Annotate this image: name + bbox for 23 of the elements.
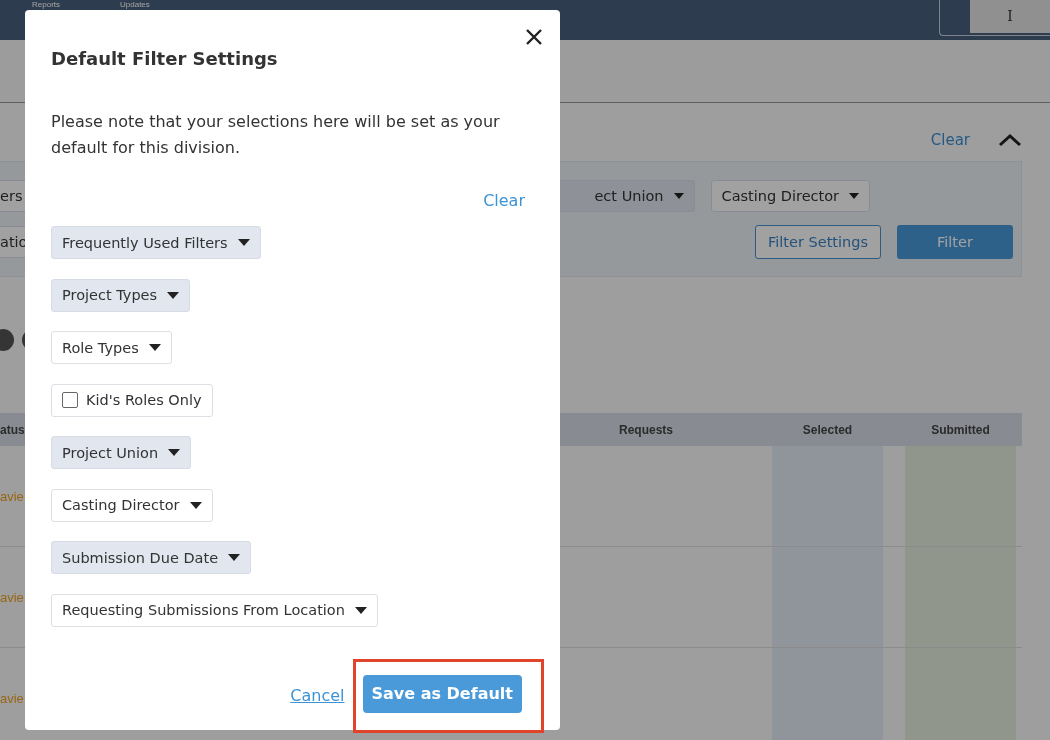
filter-dropdown[interactable]: Project Types (51, 278, 191, 312)
column-header: Requests (618, 422, 674, 437)
filter-dropdown[interactable]: Casting Director (710, 180, 871, 212)
filter-dropdown[interactable]: Frequently Used Filters (51, 226, 261, 259)
checkbox-label: Kid's Roles Only (86, 392, 202, 408)
dialog-title: Default Filter Settings (51, 48, 278, 69)
checkbox-filter[interactable]: Kid's Roles Only (51, 383, 213, 417)
column-header: atus (0, 422, 26, 437)
column-header: Submitted (930, 422, 991, 437)
filter-dropdown[interactable]: Casting Director (51, 488, 213, 522)
checkbox[interactable] (62, 392, 78, 408)
filter-settings-button[interactable]: Filter Settings (755, 225, 881, 259)
account-button[interactable]: I (970, 0, 1050, 33)
column-header: Selected (801, 422, 854, 437)
cancel-link[interactable]: Cancel (290, 686, 345, 705)
collapse-chevron-icon[interactable] (998, 133, 1022, 147)
filter-dropdown[interactable]: Role Types (51, 331, 172, 364)
filter-dropdown[interactable]: Submission Due Date (51, 541, 252, 574)
clear-link[interactable]: Clear (483, 191, 525, 210)
close-icon[interactable] (525, 28, 543, 46)
filter-dropdown[interactable]: Requesting Submissions From Location (51, 593, 378, 627)
filter-dropdown[interactable]: Project Union (51, 436, 192, 469)
dialog-message: Please note that your selections here will be set as your default for this division. (51, 111, 501, 159)
